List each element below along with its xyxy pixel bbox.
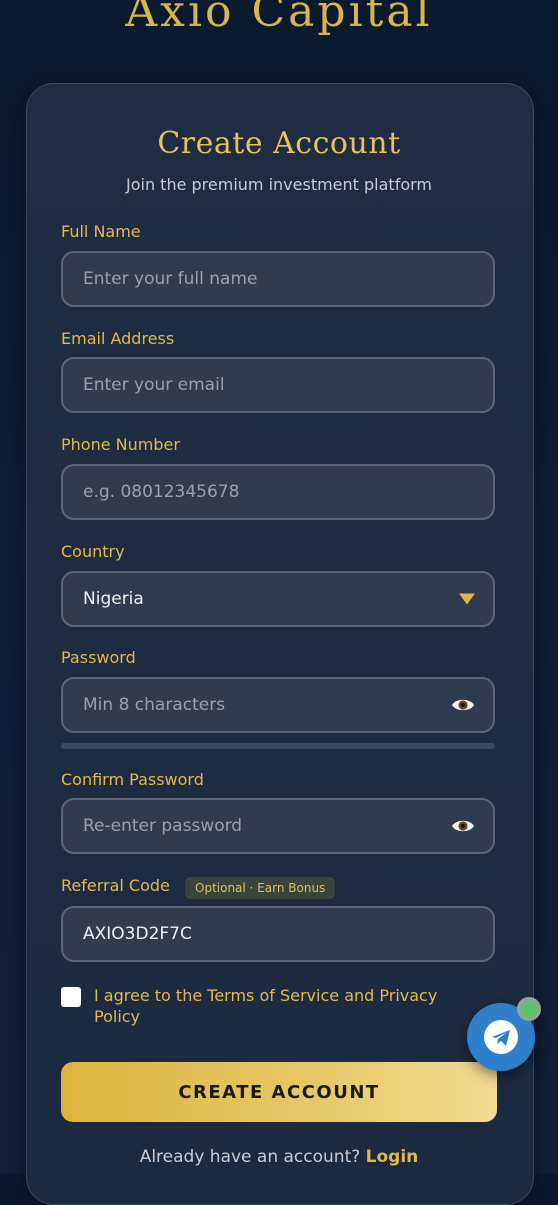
chevron-down-icon [459,593,475,605]
eye-icon[interactable] [451,818,475,834]
country-label: Country [61,542,125,561]
phone-label: Phone Number [61,435,180,454]
login-link[interactable]: Login [366,1147,419,1167]
optional-badge: Optional · Earn Bonus [185,877,336,899]
terms-label[interactable]: I agree to the Terms of Service and Priv… [94,985,464,1027]
login-prompt: Already have an account? Login [0,1147,558,1167]
telegram-icon-bg [484,1020,518,1054]
page-title: Create Account [157,126,401,161]
create-account-button[interactable]: CREATE ACCOUNT [61,1062,497,1122]
password-strength-bar [61,743,495,749]
country-value: Nigeria [83,589,144,609]
confirm-password-label: Confirm Password [61,770,204,789]
eye-icon[interactable] [451,697,475,713]
login-prompt-text: Already have an account? [139,1147,361,1167]
country-select[interactable]: Nigeria [61,571,495,627]
full-name-field[interactable]: Enter your full name [61,251,495,307]
password-field[interactable]: Min 8 characters [61,677,495,733]
full-name-label: Full Name [61,222,141,241]
page-subtitle: Join the premium investment platform [125,175,432,194]
full-name-placeholder: Enter your full name [83,269,258,289]
confirm-password-placeholder: Re-enter password [83,816,243,836]
password-placeholder: Min 8 characters [83,695,226,715]
brand-logo-text: Axio Capital [125,0,433,37]
referral-field[interactable]: AXIO3D2F7C [61,906,495,962]
terms-checkbox[interactable] [61,987,81,1007]
referral-label: Referral Code [61,876,170,895]
email-field[interactable]: Enter your email [61,357,495,413]
email-label: Email Address [61,329,175,348]
confirm-password-field[interactable]: Re-enter password [61,798,495,854]
password-label: Password [61,648,136,667]
referral-value: AXIO3D2F7C [83,924,192,944]
phone-field[interactable]: e.g. 08012345678 [61,464,495,520]
telegram-icon [492,1030,510,1046]
email-placeholder: Enter your email [83,375,225,395]
online-indicator [517,997,541,1021]
phone-placeholder: e.g. 08012345678 [83,482,240,502]
